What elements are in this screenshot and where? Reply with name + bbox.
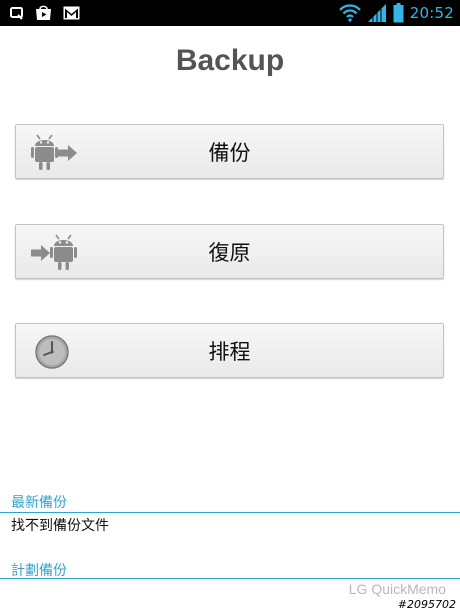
scheduled-backup-divider [0,578,460,579]
battery-icon [393,3,404,23]
gmail-icon [63,6,80,20]
quickmemo-watermark: LG QuickMemo [348,581,446,597]
latest-backup-header: 最新備份 [11,495,67,511]
system-icons: 20:52 [338,2,454,24]
clock-time: 20:52 [409,4,454,22]
latest-backup-value: 找不到備份文件 [11,518,109,534]
latest-backup-divider [0,512,460,513]
backup-button-label: 備份 [208,140,251,165]
image-id-watermark: #2095702 [397,598,456,611]
quickmemo-icon [10,6,24,20]
page-title: Backup [175,44,285,77]
play-store-icon [35,5,52,21]
restore-button[interactable]: 復原 [15,224,444,279]
schedule-button[interactable]: 排程 [15,323,444,378]
wifi-icon [338,4,361,22]
schedule-button-label: 排程 [208,339,251,364]
notification-icons [10,3,80,23]
restore-button-label: 復原 [208,240,251,265]
backup-button[interactable]: 備份 [15,124,444,179]
status-bar: 20:52 [0,0,460,26]
signal-icon [367,4,387,22]
scheduled-backup-header[interactable]: 計劃備份 [11,560,67,580]
